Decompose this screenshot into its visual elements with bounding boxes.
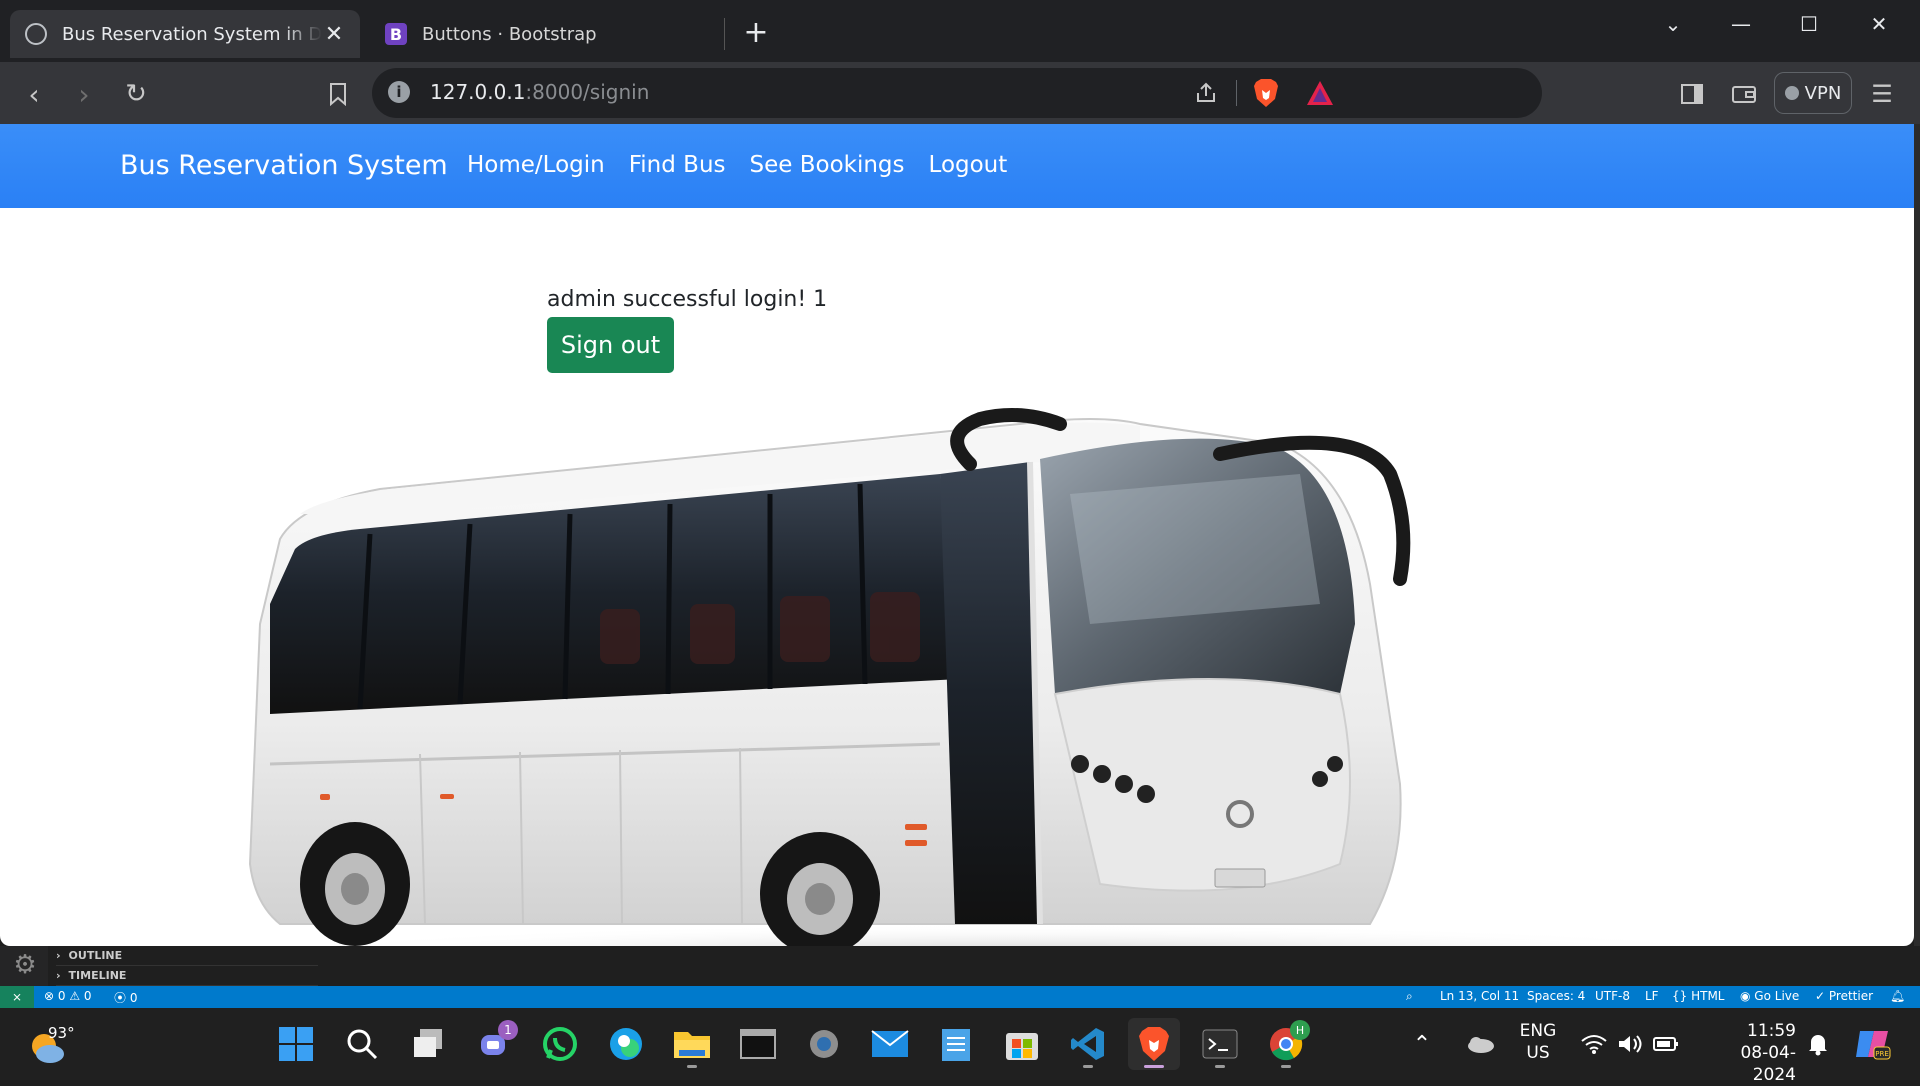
chevron-down-icon[interactable]: ⌄ [1646, 8, 1700, 40]
notification-badge: 1 [498, 1020, 518, 1040]
language-mode[interactable]: {} HTML [1672, 989, 1724, 1003]
search-icon[interactable] [336, 1018, 388, 1070]
site-navbar: Bus Reservation System Home/Login Find B… [0, 124, 1914, 208]
tab-bus-reservation[interactable]: Bus Reservation System in Django ✕ [10, 10, 360, 58]
tab-title: Buttons · Bootstrap [422, 23, 597, 45]
problems-indicator[interactable]: ⊗ 0 ⚠ 0 [44, 989, 92, 1003]
edge-icon[interactable] [600, 1018, 652, 1070]
svg-text:PRE: PRE [1875, 1050, 1889, 1058]
reload-button[interactable]: ↻ [118, 76, 154, 112]
battery-icon[interactable] [1648, 1018, 1684, 1070]
mail-icon[interactable] [864, 1018, 916, 1070]
nav-find-bus[interactable]: Find Bus [629, 152, 726, 178]
start-button[interactable] [270, 1018, 322, 1070]
nav-links: Home/Login Find Bus See Bookings Logout [467, 152, 1007, 178]
chevron-up-icon[interactable]: ⌃ [1404, 1018, 1440, 1070]
tab-separator [724, 18, 725, 50]
menu-icon[interactable]: ☰ [1866, 78, 1898, 110]
chevron-right-icon: › [56, 969, 61, 982]
minimize-button[interactable]: — [1714, 8, 1768, 40]
page-scrollbar[interactable] [1914, 124, 1920, 946]
prettier-button[interactable]: ✓ Prettier [1815, 989, 1873, 1003]
chat-icon[interactable]: 1 [468, 1018, 520, 1070]
volume-icon[interactable] [1612, 1018, 1648, 1070]
windows-taskbar: 93° 1 H ⌃ ENG US 11:59 08-04-2024 PRE [0, 1008, 1920, 1085]
login-message: admin successful login! 1 [547, 287, 828, 312]
terminal-window-icon[interactable] [732, 1018, 784, 1070]
outline-section[interactable]: › OUTLINE [56, 946, 318, 966]
onedrive-icon[interactable] [1460, 1018, 1500, 1070]
chevron-right-icon: › [56, 949, 61, 962]
vscode-status-bar: ⨯ ⊗ 0 ⚠ 0 ⦿ 0 ⌕ Ln 13, Col 11 Spaces: 4 … [0, 986, 1920, 1008]
new-tab-button[interactable]: + [740, 15, 772, 50]
bookmark-icon[interactable] [320, 76, 356, 112]
vscode-icon[interactable] [1062, 1018, 1114, 1070]
terminal-icon[interactable] [1194, 1018, 1246, 1070]
ports-indicator[interactable]: ⦿ 0 [114, 989, 137, 1006]
copilot-icon[interactable]: PRE [1848, 1018, 1898, 1070]
settings-icon[interactable] [798, 1018, 850, 1070]
indentation[interactable]: Spaces: 4 [1527, 989, 1585, 1003]
gear-icon[interactable]: ⚙ [12, 952, 38, 978]
bell-icon[interactable]: 🔔︎ [1890, 989, 1905, 1003]
weather-widget[interactable]: 93° [28, 1022, 88, 1068]
url-text[interactable]: 127.0.0.1:8000/signin [430, 80, 649, 104]
nav-see-bookings[interactable]: See Bookings [750, 152, 905, 178]
close-icon[interactable]: ✕ [322, 22, 346, 47]
brave-shields-icon[interactable] [1252, 78, 1280, 108]
brave-rewards-icon[interactable] [1306, 80, 1334, 106]
close-window-button[interactable]: ✕ [1852, 8, 1906, 40]
remote-icon[interactable]: ⨯ [0, 986, 34, 1008]
nav-logout[interactable]: Logout [929, 152, 1008, 178]
browser-tab-bar: Bus Reservation System in Django ✕ B But… [0, 0, 1920, 62]
task-view-icon[interactable] [402, 1018, 454, 1070]
vpn-button[interactable]: VPN [1774, 72, 1852, 114]
tab-title: Bus Reservation System in Django [62, 23, 322, 45]
back-button[interactable]: ‹ [16, 76, 52, 112]
zoom-icon[interactable]: ⌕ [1406, 989, 1413, 1004]
address-bar[interactable]: i 127.0.0.1:8000/signin [372, 68, 1542, 118]
nav-home-login[interactable]: Home/Login [467, 152, 605, 178]
encoding[interactable]: UTF-8 [1595, 989, 1630, 1003]
wallet-icon[interactable] [1728, 78, 1760, 110]
whatsapp-icon[interactable] [534, 1018, 586, 1070]
vpn-status-icon [1784, 86, 1799, 100]
clock[interactable]: 11:59 08-04-2024 [1700, 1020, 1796, 1086]
file-explorer-icon[interactable] [666, 1018, 718, 1070]
line-ending[interactable]: LF [1645, 989, 1659, 1003]
site-info-icon[interactable]: i [388, 81, 410, 103]
sidebar-icon[interactable] [1676, 78, 1708, 110]
tab-bootstrap-buttons[interactable]: B Buttons · Bootstrap [370, 10, 720, 58]
divider [1236, 80, 1237, 106]
wifi-icon[interactable] [1576, 1018, 1612, 1070]
maximize-button[interactable]: ☐ [1782, 8, 1836, 40]
go-live-button[interactable]: ◉ Go Live [1740, 989, 1799, 1003]
navbar-brand[interactable]: Bus Reservation System [120, 150, 448, 181]
brave-icon[interactable] [1128, 1018, 1180, 1070]
page-viewport: Bus Reservation System Home/Login Find B… [0, 124, 1914, 946]
vscode-panel: ⚙ › OUTLINE › TIMELINE [0, 946, 1920, 986]
timeline-section[interactable]: › TIMELINE [56, 966, 318, 986]
share-icon[interactable] [1192, 79, 1220, 107]
profile-badge: H [1290, 1020, 1310, 1040]
chrome-icon[interactable]: H [1260, 1018, 1312, 1070]
forward-button[interactable]: › [66, 76, 102, 112]
store-icon[interactable] [996, 1018, 1048, 1070]
bus-image [240, 364, 1780, 946]
language-indicator[interactable]: ENG US [1518, 1020, 1558, 1064]
vscode-activity-bar: ⚙ [0, 946, 48, 986]
notepad-icon[interactable] [930, 1018, 982, 1070]
cursor-position[interactable]: Ln 13, Col 11 [1440, 989, 1519, 1003]
browser-toolbar: ‹ › ↻ i 127.0.0.1:8000/signin VPN ☰ [0, 62, 1920, 124]
globe-icon [24, 22, 48, 46]
bootstrap-icon: B [384, 22, 408, 46]
notifications-bell-icon[interactable] [1800, 1018, 1836, 1070]
